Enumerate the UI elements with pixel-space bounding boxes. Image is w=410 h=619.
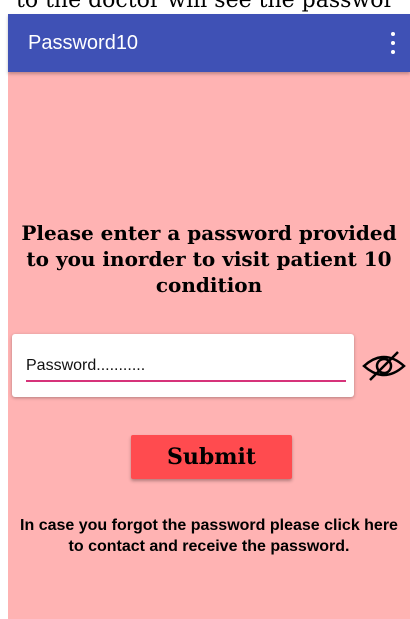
menu-dot <box>391 41 395 45</box>
more-vert-icon[interactable] <box>388 31 398 55</box>
main-content: Please enter a password provided to you … <box>8 72 410 619</box>
submit-button[interactable]: Submit <box>131 435 292 479</box>
forgot-password-link[interactable]: In case you forgot the password please c… <box>8 515 410 557</box>
menu-dot <box>391 32 395 36</box>
password-input[interactable] <box>26 352 346 382</box>
app-bar: Password10 <box>8 14 410 72</box>
instruction-text: Please enter a password provided to you … <box>21 221 397 297</box>
app-title: Password10 <box>28 32 139 54</box>
top-caption: to the doctor will see the passwor <box>16 0 394 13</box>
eye-off-icon[interactable] <box>361 348 407 384</box>
password-card <box>12 334 354 397</box>
menu-dot <box>391 50 395 54</box>
